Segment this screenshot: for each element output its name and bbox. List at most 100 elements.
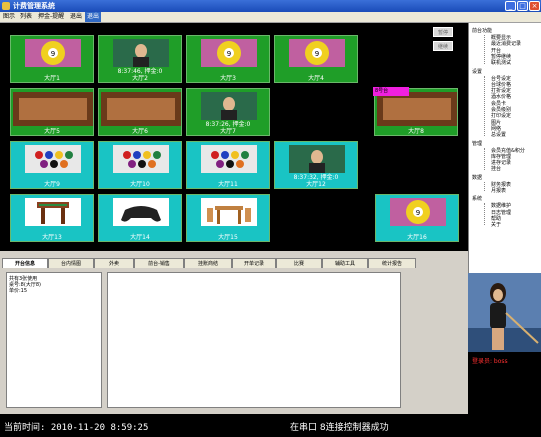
tree-item-0-3[interactable]: 暂停继续 [491, 54, 511, 60]
login-user: 登录员: boss [472, 358, 508, 365]
tree-group-3[interactable]: 数据 [472, 175, 482, 181]
menu-item-list[interactable]: 列表 [18, 12, 34, 22]
tile-label: 大厅4 [308, 75, 324, 82]
billiard-ball-icon: 9 [390, 198, 446, 226]
tile-label: 大厅2 [132, 75, 148, 82]
table-tile-1[interactable]: 9 大厅1 [10, 35, 94, 83]
close-button[interactable]: × [529, 1, 540, 11]
pool-table-icon [101, 92, 181, 126]
tile-label: 大厅11 [218, 181, 238, 188]
tile-label: 大厅10 [130, 181, 150, 188]
woman-photo-icon [468, 273, 541, 360]
table-tile-13[interactable]: 大厅13 [10, 194, 94, 242]
tree-item-4-2[interactable]: 帮助 [491, 216, 501, 222]
pool-table-icon [13, 92, 93, 126]
tab-credit[interactable]: 挂账商结 [184, 258, 232, 268]
tree-item-2-3[interactable]: 挂台 [491, 166, 501, 172]
tree-item-3-1[interactable]: 月报表 [491, 188, 506, 194]
tab-tools[interactable]: 辅助工具 [322, 258, 368, 268]
tab-open-info[interactable]: 开台信息 [2, 258, 48, 268]
tree-item-1-3[interactable]: 酒水价格 [491, 94, 511, 100]
tree-item-1-8[interactable]: 网络 [491, 126, 501, 132]
tree-item-1-7[interactable]: 图片 [491, 120, 501, 126]
player-photo-icon [201, 92, 257, 120]
menu-item-icons[interactable]: 图示 [1, 12, 17, 22]
table-tile-14[interactable]: 大厅14 [98, 194, 182, 242]
tree-item-0-2[interactable]: 开台 [491, 48, 501, 54]
profile-photo [468, 273, 541, 360]
table-tile-15[interactable]: 大厅15 [186, 194, 270, 242]
billiard-ball-icon: 9 [289, 39, 345, 67]
tab-match[interactable]: 比赛 [276, 258, 322, 268]
tree-group-4[interactable]: 系统 [472, 196, 482, 202]
player-photo-icon [113, 39, 169, 67]
tree-item-4-1[interactable]: 日志管理 [491, 210, 511, 216]
tile-label: 大厅3 [220, 75, 236, 82]
pause-button[interactable]: 暂停 [433, 27, 453, 37]
tree-group-0[interactable]: 前台功能 [472, 28, 492, 34]
resume-button[interactable]: 继续 [433, 41, 453, 51]
tree-item-1-6[interactable]: 打印设定 [491, 113, 511, 119]
tile-label: 大厅8 [408, 128, 424, 135]
ball-rack-icon [201, 145, 257, 173]
tree-item-4-3[interactable]: 关于 [491, 222, 501, 228]
tree-item-3-0[interactable]: 财务报表 [491, 182, 511, 188]
menu-bar: 图示 列表 押金-提醒 退出 退出 [0, 12, 541, 23]
open-info-box[interactable]: 共有3张使用 桌号:8(大厅8) 单价:15 [6, 272, 102, 408]
tile-label: 大厅13 [42, 234, 62, 241]
table-tile-9[interactable]: 大厅9 [10, 141, 94, 189]
tab-takeout[interactable]: 外卖 [94, 258, 134, 268]
table-tile-5[interactable]: 大厅5 [10, 88, 94, 136]
table-tile-6[interactable]: 大厅6 [98, 88, 182, 136]
pool-table-icon [377, 92, 457, 126]
tree-item-2-1[interactable]: 库存管理 [491, 154, 511, 160]
menu-item-exit-active[interactable]: 退出 [85, 12, 102, 22]
table-tile-11[interactable]: 大厅11 [186, 141, 270, 189]
svg-text:9: 9 [315, 50, 319, 58]
tile-label: 大厅1 [44, 75, 60, 82]
tab-open-records[interactable]: 开单记录 [232, 258, 276, 268]
tree-group-2[interactable]: 管理 [472, 141, 482, 147]
tree-item-0-1[interactable]: 最近消费记录 [491, 41, 521, 47]
tree-item-1-0[interactable]: 台号设定 [491, 76, 511, 82]
table-tile-2[interactable]: 8:37:46, 押金:0 大厅2 [98, 35, 182, 83]
tree-item-1-9[interactable]: 总设置 [491, 132, 506, 138]
tree-group-1[interactable]: 设置 [472, 69, 482, 75]
tab-report[interactable]: 统计报告 [368, 258, 416, 268]
tile-label: 大厅9 [44, 181, 60, 188]
tree-item-1-4[interactable]: 会员卡 [491, 101, 506, 107]
table-tile-4[interactable]: 9 大厅4 [274, 35, 358, 83]
tile-status: 8:37:32, 押金:0 [293, 174, 339, 181]
player-photo-icon [289, 145, 345, 173]
detail-box[interactable] [107, 272, 401, 408]
minimize-button[interactable]: _ [505, 1, 516, 11]
table-tile-16[interactable]: 9 大厅16 [375, 194, 459, 242]
mahjong-table-icon [25, 198, 81, 226]
tree-item-4-0[interactable]: 数据维护 [491, 203, 511, 209]
tile-label: 大厅6 [132, 128, 148, 135]
tab-table-status[interactable]: 台内情图 [48, 258, 94, 268]
tree-item-1-1[interactable]: 台球价格 [491, 82, 511, 88]
dining-table-icon [201, 198, 257, 226]
table-tile-7[interactable]: 8:37:26, 押金:0 大厅7 [186, 88, 270, 136]
tree-item-0-4[interactable]: 联机测试 [491, 60, 511, 66]
tab-front-sales[interactable]: 前台-销售 [134, 258, 184, 268]
svg-text:9: 9 [51, 50, 55, 58]
tree-connector [484, 181, 485, 192]
tile-label: 大厅5 [44, 128, 60, 135]
tile-label: 大厅7 [220, 128, 236, 135]
table-tile-10[interactable]: 大厅10 [98, 141, 182, 189]
table-tile-12[interactable]: 8:37:32, 押金:0 大厅12 [274, 141, 358, 189]
svg-text:9: 9 [416, 209, 420, 217]
table-tile-3[interactable]: 9 大厅3 [186, 35, 270, 83]
current-time: 当前时间: 2010-11-20 8:59:25 [4, 423, 149, 433]
status-bar: 当前时间: 2010-11-20 8:59:25 在串口 8连接控制器成功 [0, 414, 541, 437]
menu-item-deposit[interactable]: 押金-提醒 [36, 12, 66, 22]
tree-item-2-0[interactable]: 会员充值&积分 [491, 148, 525, 154]
ball-rack-icon [25, 145, 81, 173]
menu-item-exit[interactable]: 退出 [68, 12, 84, 22]
tile-label: 大厅16 [407, 234, 427, 241]
info-line-3: 单价:15 [9, 288, 28, 294]
maximize-button[interactable]: □ [517, 1, 528, 11]
window-title: 计费管理系统 [13, 2, 55, 10]
